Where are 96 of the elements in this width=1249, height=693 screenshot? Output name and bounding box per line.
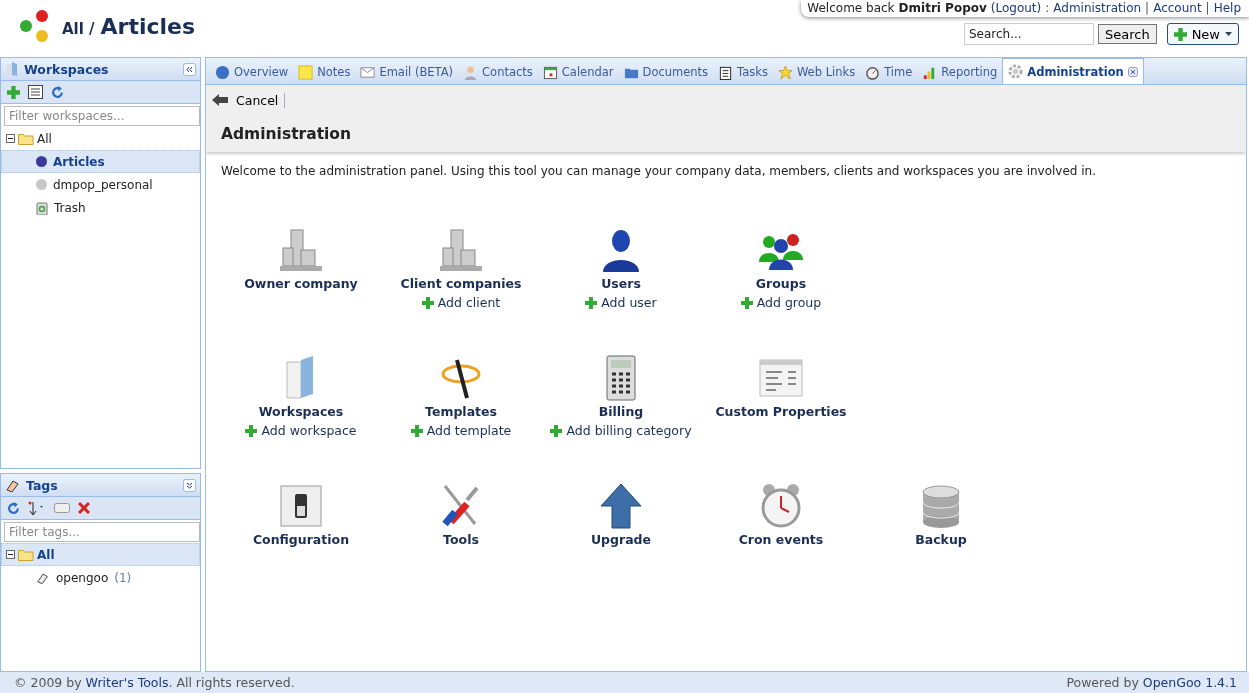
refresh-icon[interactable] <box>51 85 64 99</box>
panel-title: Tags <box>26 477 58 493</box>
expand-icon[interactable] <box>183 478 196 492</box>
tab[interactable]: Web Links <box>772 60 861 84</box>
tab[interactable]: Time <box>860 60 918 84</box>
folder-icon <box>18 132 34 145</box>
plus-icon <box>421 296 434 309</box>
tab[interactable]: Email (BETA) <box>355 60 459 84</box>
user-name: Dmitri Popov <box>898 1 987 15</box>
header-link[interactable]: Account <box>1153 1 1202 15</box>
tab[interactable]: Reporting <box>917 60 1003 84</box>
plus-icon <box>1173 27 1187 41</box>
sort-icon[interactable] <box>28 500 46 516</box>
panel-title: Workspaces <box>24 61 109 77</box>
admin-link[interactable]: Workspaces <box>258 404 344 419</box>
tab[interactable]: Contacts <box>458 60 538 84</box>
breadcrumb-link[interactable]: All / <box>62 20 95 38</box>
admin-link[interactable]: Configuration <box>252 532 350 547</box>
plus-icon <box>245 424 258 437</box>
separator-text: | <box>1145 1 1150 15</box>
tree-item[interactable]: dmpop_personal <box>1 173 200 196</box>
tag-icon <box>5 478 21 492</box>
separator-text: : <box>1045 1 1050 15</box>
copyright-text: . All rights reserved. <box>168 675 295 690</box>
tree-item[interactable]: All <box>1 127 200 150</box>
refresh-icon[interactable] <box>7 501 20 515</box>
tree-item[interactable]: opengoo (1) <box>1 566 200 589</box>
tree-item[interactable]: All <box>1 543 200 566</box>
stopwatch-icon <box>865 64 881 80</box>
admin-link[interactable]: Tools <box>443 532 479 547</box>
admin-link[interactable]: Owner company <box>244 276 358 291</box>
admin-link[interactable]: Backup <box>915 532 967 547</box>
section-title: Administration <box>206 115 1246 152</box>
copyright-text: © 2009 by <box>14 675 82 690</box>
product-link[interactable]: OpenGoo 1.4.1 <box>1142 675 1237 690</box>
delete-icon[interactable] <box>78 502 90 514</box>
admin-link[interactable]: Cron events <box>738 532 824 547</box>
add-link[interactable]: Add group <box>740 295 822 310</box>
intro-text: Welcome to the administration panel. Using this tool you can manage your company data, members, clients and workspaces you are involved in. <box>221 164 1098 178</box>
add-link[interactable]: Add user <box>585 295 657 310</box>
separator-text: | <box>1205 1 1210 15</box>
tab[interactable]: Administration <box>1002 58 1144 84</box>
powered-text: Powered by <box>1066 675 1139 690</box>
plus-icon <box>585 296 598 309</box>
cancel-button[interactable]: Cancel <box>212 92 286 108</box>
filter-field[interactable]: Filter tags... <box>4 522 200 542</box>
caret-icon <box>1225 32 1232 36</box>
admin-link[interactable]: Users <box>601 276 641 291</box>
collapse-icon[interactable] <box>6 550 15 559</box>
welcome-text: Welcome back <box>807 1 895 15</box>
filter-field[interactable]: Filter workspaces... <box>4 106 200 126</box>
plus-icon <box>740 296 753 309</box>
admin-link[interactable]: Billing <box>598 404 644 419</box>
add-link[interactable]: Add billing category <box>550 423 692 438</box>
calendar-icon <box>542 64 558 80</box>
tag-icon <box>36 571 50 584</box>
folder-icon <box>5 61 19 77</box>
collapse-icon[interactable] <box>6 134 15 143</box>
admin-link[interactable]: Groups <box>755 276 807 291</box>
header-link[interactable]: Administration <box>1053 1 1142 15</box>
search-button[interactable]: Search <box>1097 24 1157 44</box>
globe-icon <box>215 64 230 80</box>
star-icon <box>777 64 793 80</box>
admin-link[interactable]: Custom Properties <box>715 404 847 419</box>
trash-icon <box>36 200 48 215</box>
envelope-icon <box>360 64 376 80</box>
back-arrow-icon <box>212 94 228 106</box>
person-icon <box>463 64 479 80</box>
header-link[interactable]: (Logout) <box>990 1 1042 15</box>
plus-icon <box>410 424 423 437</box>
switch-icon[interactable] <box>277 482 325 530</box>
up-arrow-icon[interactable] <box>597 482 645 530</box>
admin-link[interactable]: Client companies <box>400 276 522 291</box>
admin-link[interactable]: Upgrade <box>590 532 652 547</box>
close-icon[interactable] <box>1127 66 1138 77</box>
add-link[interactable]: Add template <box>410 423 512 438</box>
new-button[interactable]: New <box>1166 23 1239 45</box>
tab[interactable]: Tasks <box>713 60 773 84</box>
add-link[interactable]: Add workspace <box>245 423 357 438</box>
tab[interactable]: Calendar <box>537 60 619 84</box>
tab[interactable]: Overview <box>210 60 294 84</box>
tree-item[interactable]: Trash <box>1 196 200 219</box>
clipboard-icon <box>718 64 734 80</box>
tab[interactable]: Documents <box>618 60 714 84</box>
settings-icon <box>1008 64 1024 79</box>
note-icon <box>298 64 314 80</box>
header-link[interactable]: Help <box>1213 1 1241 15</box>
add-link[interactable]: Add client <box>421 295 501 310</box>
page-heading: Articles <box>100 13 196 39</box>
folder-icon <box>18 548 34 561</box>
tab[interactable]: Notes <box>293 60 356 84</box>
tree-item[interactable]: Articles <box>1 150 200 173</box>
list-icon[interactable] <box>28 85 43 99</box>
admin-link[interactable]: Templates <box>425 404 497 419</box>
search-field[interactable]: Search... <box>963 23 1094 45</box>
plus-icon <box>550 424 563 437</box>
